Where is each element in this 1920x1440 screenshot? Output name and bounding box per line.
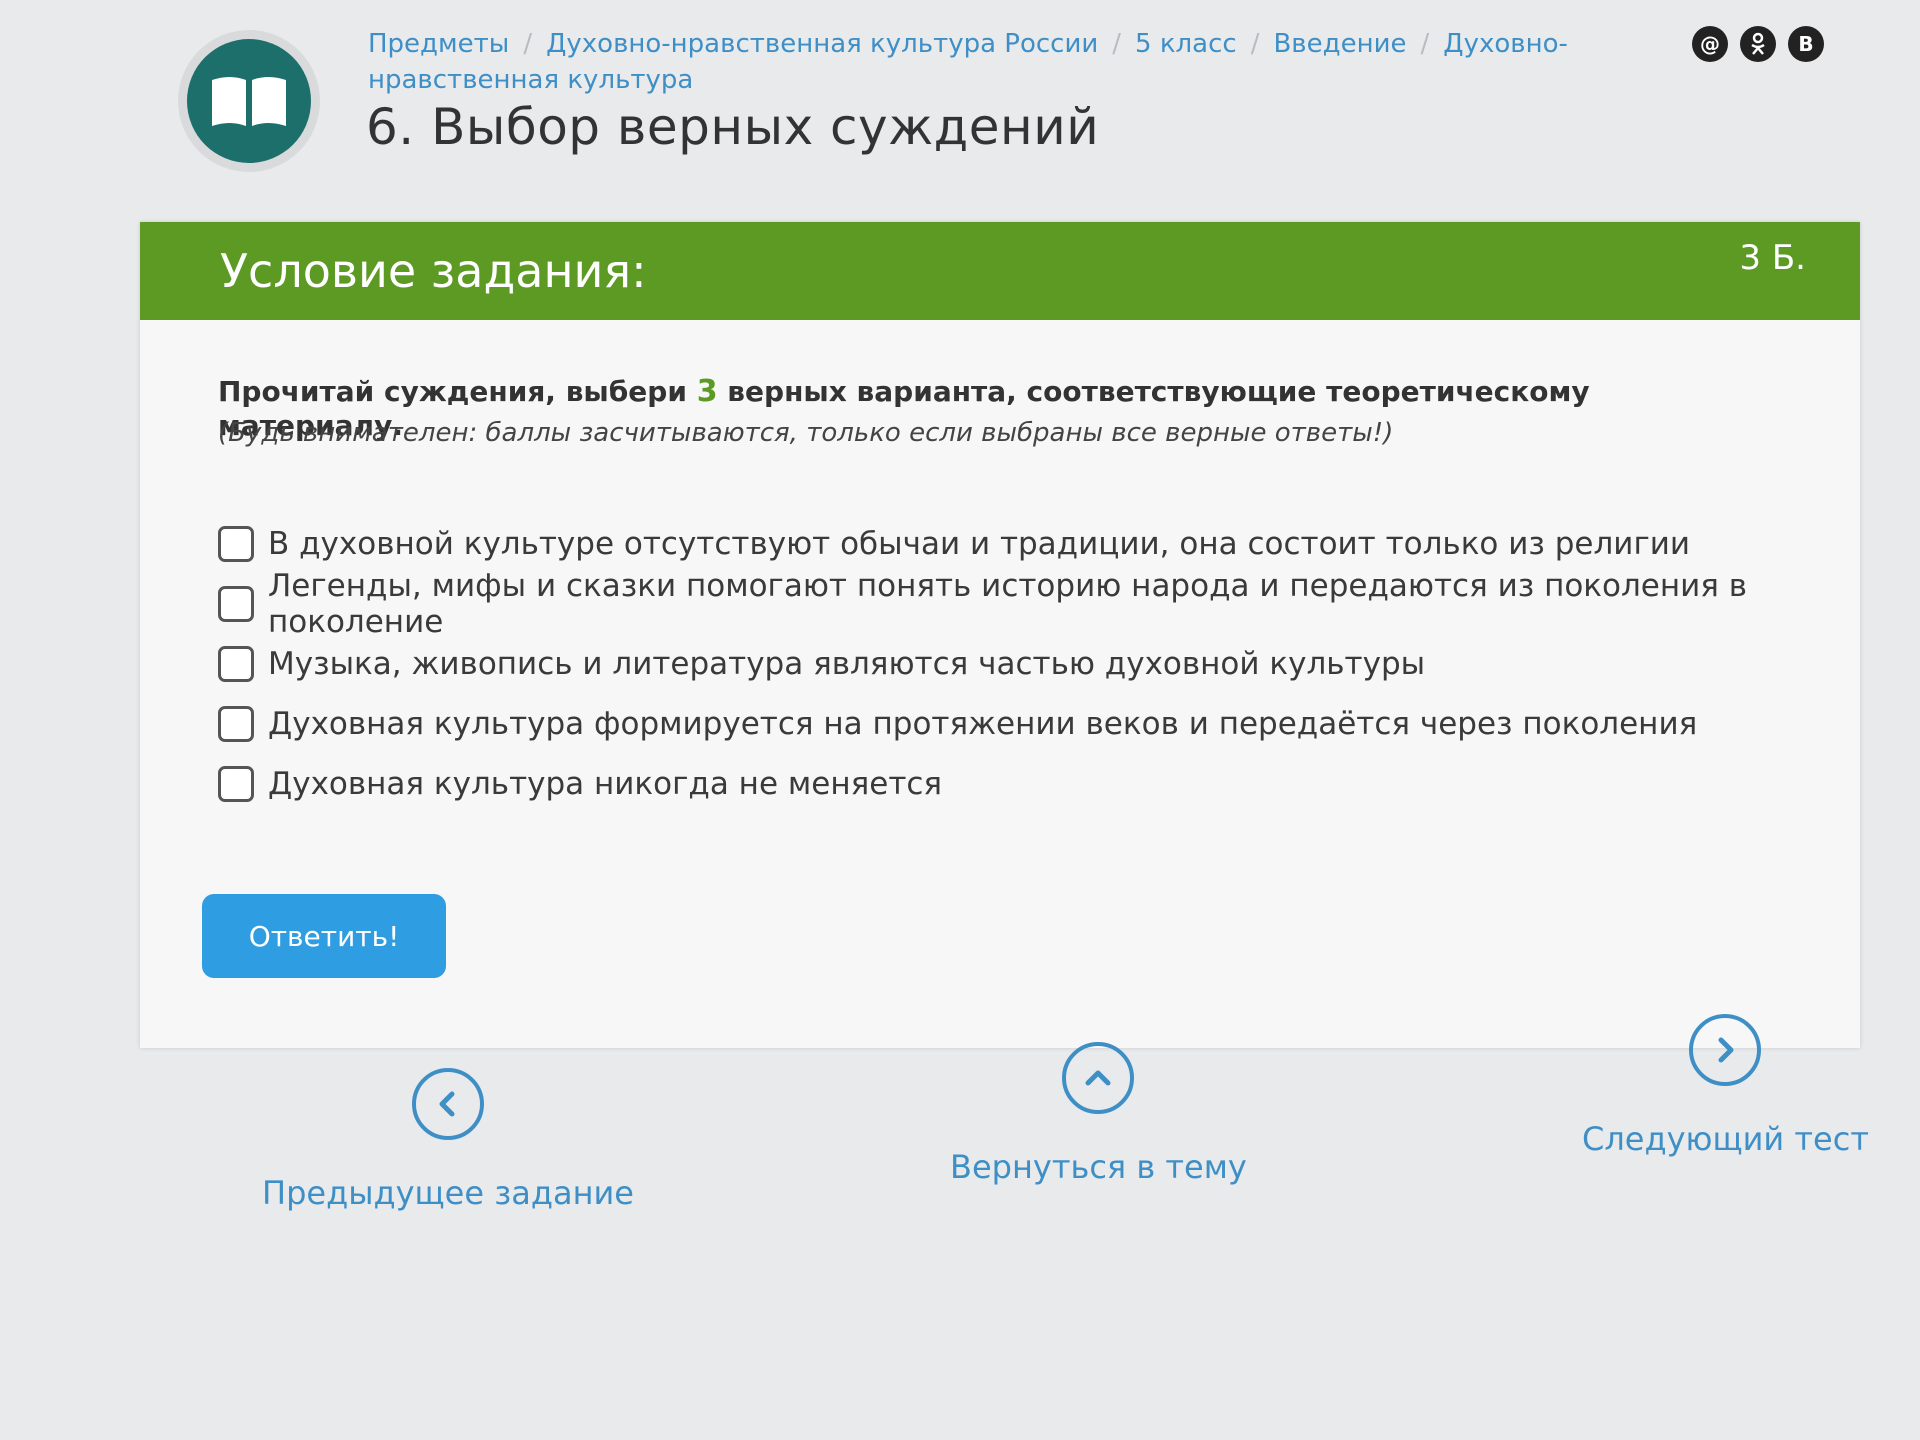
back-to-topic-link[interactable]: Вернуться в тему bbox=[950, 1042, 1247, 1186]
chevron-up-icon bbox=[1062, 1042, 1135, 1114]
book-icon bbox=[187, 39, 311, 163]
breadcrumb-separator: / bbox=[1250, 29, 1260, 59]
instruction-number: 3 bbox=[696, 374, 718, 409]
answer-option[interactable]: Музыка, живопись и литература являются ч… bbox=[218, 634, 1860, 694]
option-label: В духовной культуре отсутствуют обычаи и… bbox=[268, 526, 1691, 562]
answer-options: В духовной культуре отсутствуют обычаи и… bbox=[218, 514, 1860, 814]
instruction-text-start: Прочитай суждения, выбери bbox=[218, 375, 697, 408]
breadcrumb-subjects[interactable]: Предметы bbox=[368, 29, 509, 59]
next-test-label: Следующий тест bbox=[1582, 1120, 1869, 1158]
odnoklassniki-icon[interactable] bbox=[1740, 26, 1776, 62]
site-logo[interactable] bbox=[178, 30, 320, 172]
breadcrumb-separator: / bbox=[1420, 29, 1430, 59]
task-points: 3 Б. bbox=[1739, 238, 1806, 278]
next-test-link[interactable]: Следующий тест bbox=[1582, 1014, 1869, 1158]
answer-option[interactable]: В духовной культуре отсутствуют обычаи и… bbox=[218, 514, 1860, 574]
answer-option[interactable]: Легенды, мифы и сказки помогают понять и… bbox=[218, 568, 1860, 640]
answer-option[interactable]: Духовная культура формируется на протяже… bbox=[218, 694, 1860, 754]
page-title: 6. Выбор верных суждений bbox=[366, 98, 1100, 156]
option-label: Легенды, мифы и сказки помогают понять и… bbox=[268, 568, 1748, 640]
breadcrumb-section[interactable]: Введение bbox=[1273, 29, 1406, 59]
vk-icon[interactable]: B bbox=[1788, 26, 1824, 62]
social-share: @ B bbox=[1692, 26, 1824, 62]
option-label: Музыка, живопись и литература являются ч… bbox=[268, 646, 1426, 682]
breadcrumb: Предметы / Духовно-нравственная культура Р… bbox=[368, 26, 1618, 98]
task-header: Условие задания: 3 Б. bbox=[140, 222, 1860, 320]
option-checkbox[interactable] bbox=[218, 766, 254, 802]
option-checkbox[interactable] bbox=[218, 706, 254, 742]
chevron-right-icon bbox=[1689, 1014, 1762, 1086]
option-checkbox[interactable] bbox=[218, 646, 254, 682]
previous-task-link[interactable]: Предыдущее задание bbox=[262, 1068, 634, 1212]
breadcrumb-course[interactable]: Духовно-нравственная культура России bbox=[546, 29, 1098, 59]
previous-task-label: Предыдущее задание bbox=[262, 1174, 634, 1212]
breadcrumb-separator: / bbox=[523, 29, 533, 59]
task-header-title: Условие задания: bbox=[220, 244, 647, 298]
task-card: Условие задания: 3 Б. Прочитай суждения,… bbox=[140, 222, 1860, 1048]
mailru-icon[interactable]: @ bbox=[1692, 26, 1728, 62]
option-checkbox[interactable] bbox=[218, 526, 254, 562]
answer-option[interactable]: Духовная культура никогда не меняется bbox=[218, 754, 1860, 814]
task-hint: (Будь внимателен: баллы засчитываются, т… bbox=[218, 418, 1394, 448]
option-label: Духовная культура никогда не меняется bbox=[268, 766, 943, 802]
breadcrumb-separator: / bbox=[1112, 29, 1122, 59]
option-checkbox[interactable] bbox=[218, 586, 254, 622]
back-to-topic-label: Вернуться в тему bbox=[950, 1148, 1247, 1186]
chevron-left-icon bbox=[411, 1068, 484, 1140]
submit-answer-button[interactable]: Ответить! bbox=[202, 894, 446, 978]
breadcrumb-grade[interactable]: 5 класс bbox=[1135, 29, 1237, 59]
option-label: Духовная культура формируется на протяже… bbox=[268, 706, 1698, 742]
